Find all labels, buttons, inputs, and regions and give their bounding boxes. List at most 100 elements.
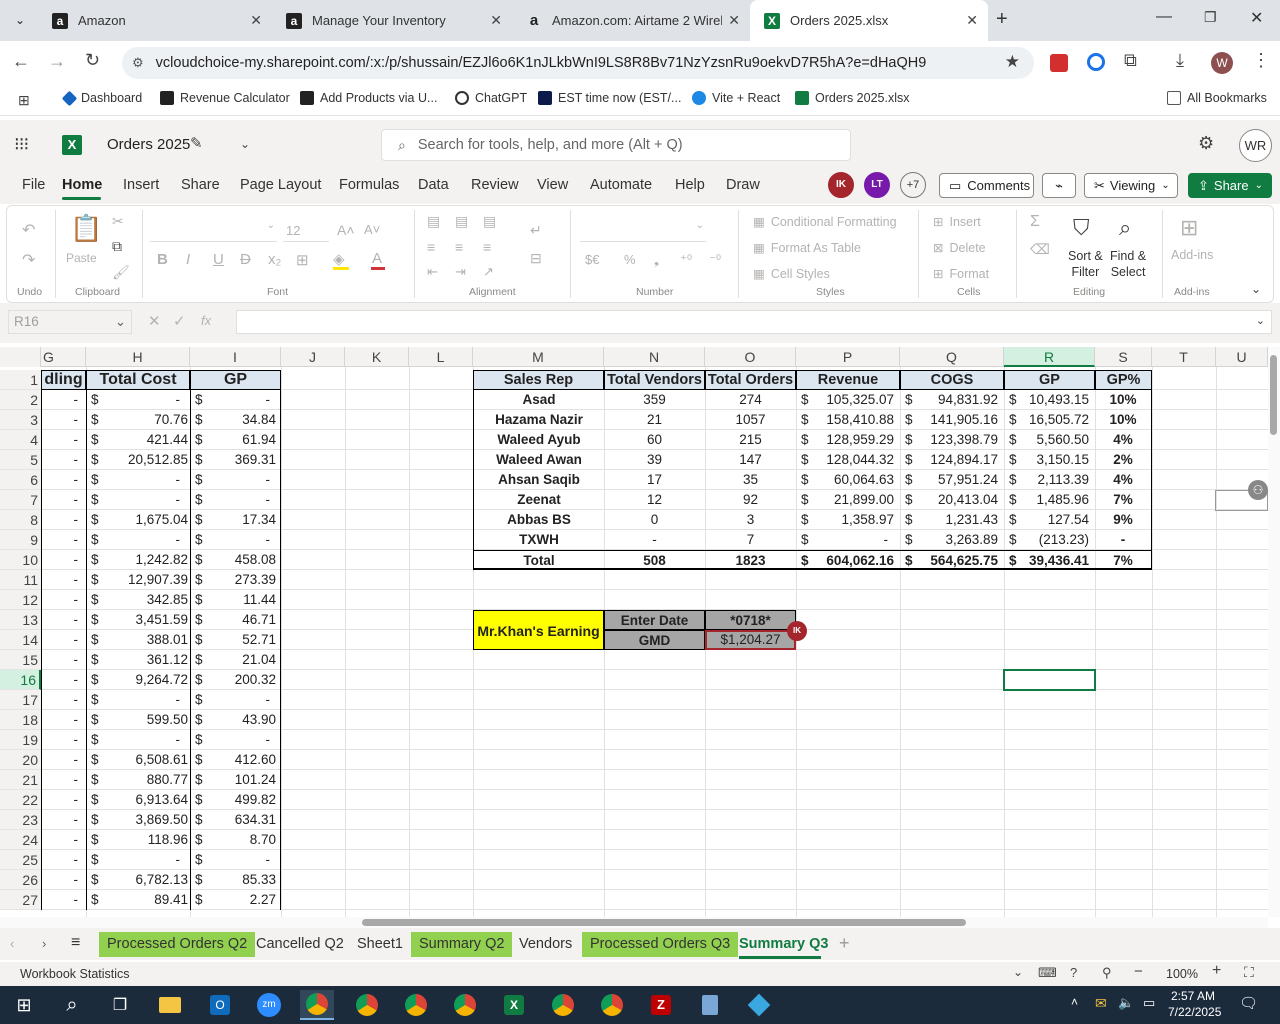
sensitivity-icon[interactable]: ✎ (190, 134, 203, 152)
search-box[interactable]: ⌕ Search for tools, help, and more (Alt … (381, 129, 851, 161)
vertical-scroll-thumb[interactable] (1270, 355, 1277, 435)
column-header-n[interactable]: N (604, 347, 705, 367)
addins-button[interactable]: Add-ins (1171, 248, 1213, 262)
align-middle-icon[interactable]: ▤ (455, 213, 468, 230)
fill-color-icon[interactable]: ◈ (333, 250, 345, 268)
addins-icon[interactable]: ⊞ (1180, 215, 1198, 241)
browser-tab-inventory[interactable]: a Manage Your Inventory ✕ (272, 0, 512, 41)
user-avatar[interactable]: WR (1239, 129, 1272, 162)
chrome-icon[interactable] (448, 990, 482, 1020)
sort-filter-icon[interactable]: ⛉ (1073, 215, 1090, 241)
autosum-icon[interactable]: Σ (1030, 213, 1040, 231)
chrome-icon[interactable] (399, 990, 433, 1020)
tab-search-icon[interactable]: ⌄ (10, 10, 30, 30)
all-bookmarks[interactable]: All Bookmarks (1167, 91, 1267, 105)
accessibility-icon[interactable]: ⚲ (1102, 965, 1112, 981)
column-header-u[interactable]: U (1216, 347, 1268, 367)
app-icon[interactable] (742, 990, 776, 1020)
bold-icon[interactable]: B (157, 251, 168, 268)
browser-tab-amazon[interactable]: a Amazon ✕ (38, 0, 272, 41)
align-right-icon[interactable]: ≡ (483, 239, 491, 255)
insert-cells-button[interactable]: ⊞ Insert (933, 214, 981, 230)
pdf-extension-icon[interactable] (1050, 54, 1068, 72)
all-sheets-menu-icon[interactable]: ≡ (71, 934, 80, 952)
bookmark-chatgpt[interactable]: ChatGPT (455, 91, 527, 105)
reload-icon[interactable]: ↻ (85, 50, 100, 71)
font-family-select[interactable]: ⌄ (150, 220, 277, 242)
new-tab-icon[interactable]: + (996, 8, 1008, 31)
bookmark-est-time[interactable]: EST time now (EST/... (538, 91, 681, 105)
scroll-sheets-left-icon[interactable]: ‹ (10, 936, 14, 951)
catch-up-icon[interactable]: ⌁ (1042, 173, 1076, 198)
scroll-sheets-right-icon[interactable]: › (42, 936, 46, 951)
close-window-icon[interactable]: ✕ (1250, 8, 1263, 28)
format-as-table-button[interactable]: ▦ Format As Table (753, 240, 861, 256)
row-header-8[interactable]: 8 (0, 510, 41, 530)
italic-icon[interactable]: I (186, 251, 190, 268)
column-header-m[interactable]: M (473, 347, 604, 367)
close-icon[interactable]: ✕ (728, 12, 740, 29)
column-header-t[interactable]: T (1152, 347, 1216, 367)
filezilla-icon[interactable]: Z (644, 990, 678, 1020)
select-all-corner[interactable] (0, 347, 41, 367)
row-header-9[interactable]: 9 (0, 530, 41, 550)
close-icon[interactable]: ✕ (250, 12, 262, 29)
tab-insert[interactable]: Insert (123, 177, 159, 193)
font-color-icon[interactable]: A (372, 250, 382, 267)
confirm-formula-icon[interactable]: ✓ (173, 312, 186, 330)
row-header-6[interactable]: 6 (0, 470, 41, 490)
tab-review[interactable]: Review (471, 177, 519, 193)
gmd-value[interactable]: $1,204.27 (705, 630, 796, 650)
increase-font-icon[interactable]: A˄ (337, 222, 355, 238)
number-format-select[interactable]: ⌄ (580, 220, 706, 242)
strikethrough-icon[interactable]: D (240, 251, 251, 268)
windows-start-icon[interactable]: ⊞ (7, 990, 41, 1020)
vertical-scrollbar[interactable] (1268, 347, 1280, 917)
delete-cells-button[interactable]: ⊠ Delete (933, 240, 986, 256)
increase-decimal-icon[interactable]: ⁺⁰ (680, 252, 692, 268)
chevron-down-icon[interactable]: ⌄ (240, 137, 250, 151)
copy-icon[interactable]: ⧉ (112, 238, 122, 255)
selected-cell-r16[interactable] (1003, 669, 1096, 691)
zoom-out-icon[interactable]: − (1134, 963, 1143, 980)
column-header-p[interactable]: P (796, 347, 900, 367)
column-header-g[interactable]: G (41, 347, 86, 367)
mail-tray-icon[interactable]: ✉ (1095, 995, 1107, 1012)
extension-icon[interactable] (1087, 53, 1105, 71)
cut-icon[interactable]: ✂ (112, 213, 124, 230)
app-launcher-icon[interactable]: ⁝⁝⁝ (14, 134, 29, 155)
name-box[interactable]: R16 ⌄ (8, 310, 132, 334)
tab-view[interactable]: View (537, 177, 568, 193)
align-center-icon[interactable]: ≡ (455, 239, 463, 255)
chrome-icon[interactable] (595, 990, 629, 1020)
align-top-icon[interactable]: ▤ (427, 213, 440, 230)
browser-tab-airtame[interactable]: a Amazon.com: Airtame 2 Wirele... ✕ (512, 0, 750, 41)
currency-icon[interactable]: $€ (585, 252, 599, 267)
subscript-icon[interactable]: x₂ (268, 251, 281, 268)
font-size-select[interactable]: 12 (283, 220, 329, 242)
sheet-tab-sheet1[interactable]: Sheet1 (349, 932, 411, 957)
tab-data[interactable]: Data (418, 177, 449, 193)
tab-automate[interactable]: Automate (590, 177, 652, 193)
column-header-h[interactable]: H (86, 347, 190, 367)
bookmark-vite[interactable]: Vite + React (692, 91, 780, 105)
site-info-icon[interactable]: ⚙ (132, 55, 144, 71)
column-header-r[interactable]: R (1004, 347, 1095, 367)
forward-icon[interactable]: → (48, 51, 66, 72)
column-header-l[interactable]: L (409, 347, 473, 367)
tab-formulas[interactable]: Formulas (339, 177, 399, 193)
viewing-mode-button[interactable]: ✂ Viewing ⌄ (1084, 173, 1178, 198)
tray-chevron-icon[interactable]: ˄ (1071, 995, 1078, 1009)
horizontal-scroll-thumb[interactable] (362, 919, 966, 926)
workbook-statistics[interactable]: Workbook Statistics (20, 967, 130, 981)
row-header-17[interactable]: 17 (0, 690, 41, 710)
column-header-j[interactable]: J (281, 347, 345, 367)
fullscreen-icon[interactable]: ⛶ (1244, 964, 1254, 981)
workbook-title[interactable]: Orders 2025 (107, 136, 190, 153)
column-header-q[interactable]: Q (900, 347, 1004, 367)
comments-button[interactable]: ▭ Comments (939, 173, 1034, 198)
cell-styles-button[interactable]: ▦ Cell Styles (753, 266, 830, 282)
align-left-icon[interactable]: ≡ (427, 239, 435, 255)
search-icon[interactable]: ⌕ (55, 990, 89, 1020)
decrease-indent-icon[interactable]: ⇤ (427, 264, 438, 280)
